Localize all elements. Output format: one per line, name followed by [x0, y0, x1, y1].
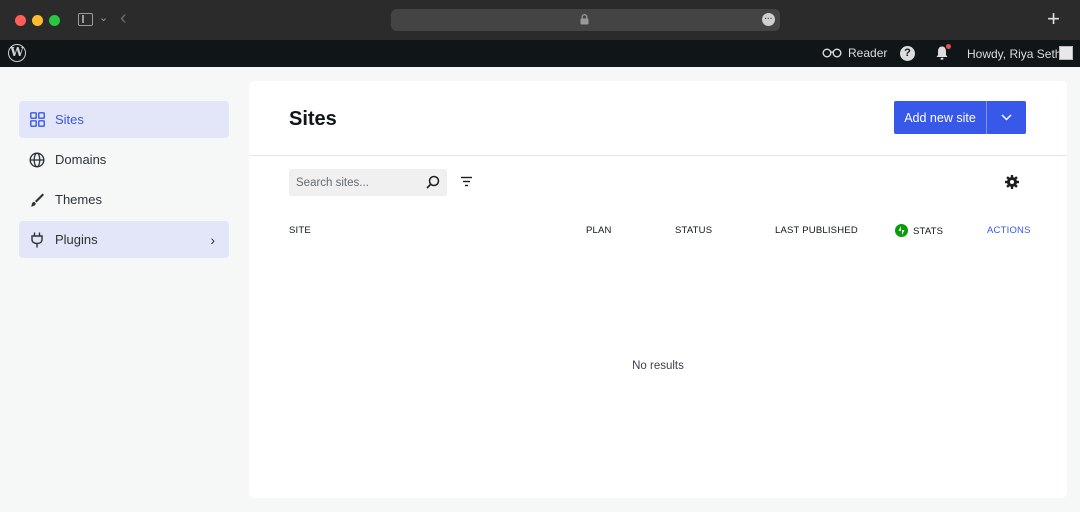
- more-options-icon[interactable]: ···: [762, 13, 775, 26]
- sidebar-item-domains[interactable]: Domains: [19, 141, 229, 178]
- add-new-site-button[interactable]: Add new site: [894, 101, 986, 134]
- chevron-down-icon[interactable]: ⌄: [99, 11, 108, 24]
- help-icon[interactable]: ?: [900, 46, 915, 61]
- grid-icon: [28, 111, 46, 129]
- stats-label: STATS: [913, 226, 944, 238]
- column-header-site: SITE: [289, 225, 311, 236]
- sidebar-toggle-icon[interactable]: [78, 13, 93, 26]
- column-header-stats: STATS: [895, 224, 944, 238]
- avatar[interactable]: [1059, 46, 1073, 60]
- search-box: [289, 169, 447, 196]
- sidebar-item-label: Themes: [55, 192, 102, 207]
- column-header-status: STATUS: [675, 225, 713, 236]
- back-arrow-icon[interactable]: ‹: [120, 8, 127, 28]
- minimize-window-button[interactable]: [32, 15, 43, 26]
- maximize-window-button[interactable]: [49, 15, 60, 26]
- empty-state-message: No results: [632, 360, 684, 372]
- sidebar-item-label: Domains: [55, 152, 107, 167]
- sites-panel: Sites Add new site SITE PLAN: [249, 81, 1067, 498]
- header-divider: [249, 155, 1067, 156]
- column-header-plan: PLAN: [586, 225, 612, 236]
- lock-icon: [580, 14, 589, 25]
- column-header-last-published: LAST PUBLISHED: [775, 225, 858, 236]
- glasses-icon: [822, 48, 842, 58]
- globe-icon: [28, 151, 46, 169]
- new-tab-button[interactable]: +: [1047, 7, 1060, 31]
- add-new-site-split-button: Add new site: [894, 101, 1026, 134]
- notification-badge: [946, 44, 951, 49]
- column-header-actions: ACTIONS: [987, 225, 1031, 236]
- sidebar-item-sites[interactable]: Sites: [19, 101, 229, 138]
- sidebar-item-label: Plugins: [55, 232, 98, 247]
- reader-label: Reader: [848, 46, 888, 60]
- address-bar[interactable]: ···: [391, 9, 780, 31]
- jetpack-icon: [895, 224, 908, 237]
- gear-icon[interactable]: [1005, 175, 1019, 189]
- sidebar-item-themes[interactable]: Themes: [19, 181, 229, 218]
- chevron-down-icon: [1001, 114, 1012, 121]
- page-title: Sites: [289, 108, 337, 130]
- add-site-options-toggle[interactable]: [987, 101, 1026, 134]
- sidebar-item-plugins[interactable]: Plugins ›: [19, 221, 229, 258]
- wordpress-logo-icon[interactable]: W: [8, 44, 26, 62]
- reader-link[interactable]: Reader: [822, 46, 887, 60]
- chevron-right-icon: ›: [210, 232, 215, 248]
- search-icon[interactable]: [426, 175, 440, 189]
- admin-bar: W Reader ? Howdy, Riya Sethi: [0, 40, 1080, 67]
- sidebar-nav: Sites Domains Themes Plugins ›: [19, 101, 229, 261]
- close-window-button[interactable]: [15, 15, 26, 26]
- browser-chrome: ⌄ ‹ ··· +: [0, 0, 1080, 40]
- filter-icon[interactable]: [460, 176, 473, 187]
- account-greeting[interactable]: Howdy, Riya Sethi: [967, 47, 1064, 61]
- sidebar-item-label: Sites: [55, 112, 84, 127]
- plug-icon: [28, 231, 46, 249]
- brush-icon: [28, 191, 46, 209]
- search-input[interactable]: [289, 169, 419, 196]
